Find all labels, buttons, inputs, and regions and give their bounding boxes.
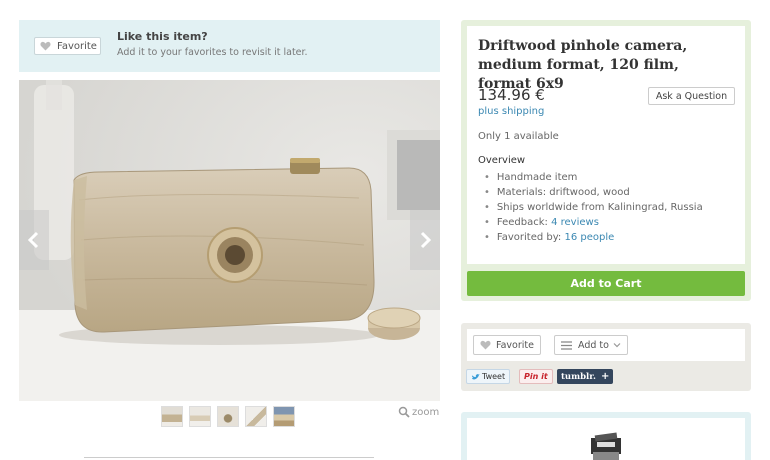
list-item: Ships worldwide from Kaliningrad, Russia (484, 200, 703, 215)
chevron-left-icon (27, 231, 39, 249)
list-item: Feedback: 4 reviews (484, 215, 703, 230)
heart-icon (480, 340, 491, 350)
chevron-right-icon (420, 231, 432, 249)
next-image-button[interactable] (410, 210, 440, 270)
chevron-down-icon (613, 343, 621, 348)
thumbnail[interactable] (161, 406, 183, 427)
feedback-label: Feedback: (496, 217, 552, 228)
tweet-button[interactable]: Tweet (466, 369, 511, 384)
plus-icon: + (600, 371, 610, 382)
twitter-bird-icon (471, 373, 480, 380)
shipping-link[interactable]: plus shipping (478, 106, 544, 117)
add-to-list-button[interactable]: Add to (554, 335, 628, 355)
listing-price: 134.96 € (478, 86, 545, 104)
add-to-label: Add to (578, 339, 609, 351)
availability-text: Only 1 available (478, 131, 559, 142)
previous-image-button[interactable] (19, 210, 49, 270)
list-item: Materials: driftwood, wood (484, 185, 703, 200)
reviews-link[interactable]: 4 reviews (551, 217, 599, 228)
overview-list: Handmade item Materials: driftwood, wood… (484, 170, 703, 245)
list-item: Favorited by: 16 people (484, 230, 703, 245)
add-to-cart-button[interactable]: Add to Cart (467, 271, 745, 296)
social-actions-panel: Favorite Add to Tweet Pin it tumblr. + (461, 323, 751, 391)
thumbnail[interactable] (189, 406, 211, 427)
favorite-banner-subtitle: Add it to your favorites to revisit it l… (117, 47, 308, 58)
favorited-people-link[interactable]: 16 people (564, 232, 614, 243)
thumbnail[interactable] (245, 406, 267, 427)
favorite-button-label: Favorite (57, 40, 97, 52)
list-icon (561, 340, 572, 350)
favorite-banner-title: Like this item? (117, 30, 208, 43)
favorite-secondary-button[interactable]: Favorite (473, 335, 541, 355)
ask-question-button[interactable]: Ask a Question (648, 87, 735, 105)
thumbnail[interactable] (217, 406, 239, 427)
list-item: Handmade item (484, 170, 703, 185)
magnifier-icon (398, 406, 410, 418)
favorite-button[interactable]: Favorite (34, 37, 101, 55)
overview-shipping-origin: Ships worldwide from Kaliningrad, Russia (496, 202, 703, 213)
favorite-banner: Favorite Like this item? Add it to your … (19, 20, 440, 72)
listing-info-inner: Driftwood pinhole camera, medium format,… (467, 26, 745, 264)
overview-materials: Materials: driftwood, wood (496, 187, 630, 198)
overview-heading: Overview (478, 155, 526, 166)
thumbnail[interactable] (273, 406, 295, 427)
pinterest-button[interactable]: Pin it (519, 369, 553, 384)
tumblr-label: tumblr. (561, 371, 596, 382)
shop-panel-inner (467, 418, 745, 460)
social-actions-inner: Favorite Add to (467, 329, 745, 361)
shop-logo-icon[interactable] (587, 430, 625, 460)
zoom-link[interactable]: zoom (398, 406, 439, 418)
camera-photo-illustration (19, 80, 440, 401)
zoom-label: zoom (412, 406, 440, 418)
pinit-label: Pin it (524, 372, 548, 381)
favorite-secondary-label: Favorite (496, 339, 534, 351)
listing-info-panel: Driftwood pinhole camera, medium format,… (461, 20, 751, 301)
tumblr-button[interactable]: tumblr. + (557, 369, 614, 384)
thumbnail-strip (161, 406, 295, 427)
shop-panel (461, 412, 751, 460)
listing-main-photo[interactable] (19, 80, 440, 401)
tweet-label: Tweet (482, 372, 506, 381)
divider (84, 457, 374, 458)
favorited-label: Favorited by: (496, 232, 565, 243)
overview-handmade: Handmade item (496, 172, 578, 183)
heart-icon (40, 41, 51, 51)
